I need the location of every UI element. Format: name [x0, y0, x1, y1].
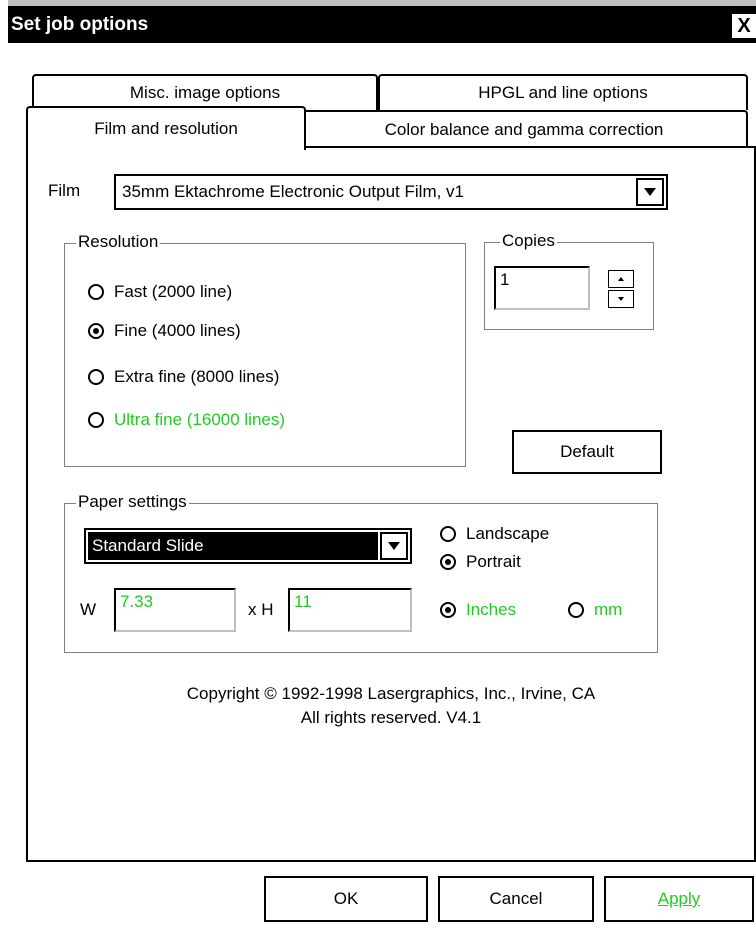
radio-indicator: [88, 323, 104, 339]
radio-indicator: [440, 526, 456, 542]
window-title: Set job options: [11, 13, 149, 35]
radio-indicator: [88, 412, 104, 428]
copies-group-title: Copies: [500, 231, 557, 251]
radio-indicator: [440, 554, 456, 570]
radio-label: Inches: [466, 600, 517, 619]
film-select[interactable]: 35mm Ektachrome Electronic Output Film, …: [114, 174, 668, 210]
copies-stepper[interactable]: [608, 270, 634, 308]
radio-portrait[interactable]: Portrait: [440, 552, 521, 572]
arrow-up-icon: [618, 277, 624, 281]
default-button[interactable]: Default: [512, 430, 662, 474]
radio-mm[interactable]: mm: [568, 600, 622, 620]
dropdown-arrow-button[interactable]: [380, 532, 408, 560]
title-bar: Set job options X: [8, 0, 756, 43]
width-label: W: [80, 600, 97, 619]
radio-landscape[interactable]: Landscape: [440, 524, 549, 544]
chevron-down-icon: [644, 188, 656, 196]
radio-label: Extra fine (8000 lines): [114, 367, 280, 386]
radio-fine[interactable]: Fine (4000 lines): [88, 321, 241, 341]
tab-misc-image-options[interactable]: Misc. image options: [32, 74, 378, 110]
close-icon: X: [737, 14, 751, 37]
copies-value: 1: [500, 270, 510, 289]
height-value: 11: [294, 592, 312, 611]
divider: [306, 146, 756, 148]
apply-button[interactable]: Apply: [604, 876, 754, 922]
tab-label: HPGL and line options: [478, 83, 648, 102]
radio-indicator: [88, 369, 104, 385]
tab-label: Misc. image options: [129, 83, 281, 102]
tab-hpgl-line-options[interactable]: HPGL and line options: [378, 74, 748, 110]
dropdown-arrow-button[interactable]: [636, 178, 664, 206]
film-label: Film: [48, 181, 81, 200]
ok-button[interactable]: OK: [264, 876, 428, 922]
stepper-up-button[interactable]: [608, 270, 634, 288]
copyright-line-2: All rights reserved. V4.1: [300, 708, 482, 727]
radio-label: Ultra fine (16000 lines): [114, 410, 286, 429]
width-input[interactable]: 7.33: [114, 588, 236, 632]
default-button-label: Default: [560, 442, 614, 461]
copyright-line-1: Copyright © 1992-1998 Lasergraphics, Inc…: [186, 684, 596, 703]
height-input[interactable]: 11: [288, 588, 412, 632]
radio-indicator: [568, 602, 584, 618]
ok-button-label: OK: [333, 889, 359, 908]
resolution-group: [64, 243, 466, 467]
radio-indicator: [88, 284, 104, 300]
radio-label: mm: [594, 600, 623, 619]
width-value: 7.33: [120, 592, 154, 611]
paper-preset-value: Standard Slide: [88, 532, 378, 560]
height-label: x H: [248, 600, 274, 619]
arrow-down-icon: [618, 297, 624, 301]
cancel-button[interactable]: Cancel: [438, 876, 594, 922]
resolution-group-title: Resolution: [76, 232, 161, 252]
radio-fast[interactable]: Fast (2000 line): [88, 282, 232, 302]
apply-button-label: Apply: [657, 889, 701, 908]
paper-settings-group-title: Paper settings: [76, 492, 189, 512]
tab-film-resolution[interactable]: Film and resolution: [26, 106, 306, 150]
radio-label: Fast (2000 line): [114, 282, 233, 301]
radio-inches[interactable]: Inches: [440, 600, 516, 620]
radio-label: Fine (4000 lines): [114, 321, 241, 340]
tab-label: Film and resolution: [94, 119, 238, 138]
stepper-down-button[interactable]: [608, 290, 634, 308]
close-button[interactable]: X: [732, 14, 756, 38]
radio-label: Landscape: [466, 524, 550, 543]
tab-label: Color balance and gamma correction: [384, 120, 664, 139]
radio-indicator: [440, 602, 456, 618]
film-value: 35mm Ektachrome Electronic Output Film, …: [122, 182, 465, 201]
chevron-down-icon: [388, 542, 400, 550]
copies-input[interactable]: 1: [494, 266, 590, 310]
paper-preset-select[interactable]: Standard Slide: [84, 528, 412, 564]
tab-color-balance-gamma[interactable]: Color balance and gamma correction: [300, 110, 748, 148]
radio-extra-fine[interactable]: Extra fine (8000 lines): [88, 367, 279, 387]
radio-label: Portrait: [466, 552, 521, 571]
cancel-button-label: Cancel: [489, 889, 543, 908]
radio-ultra-fine[interactable]: Ultra fine (16000 lines): [88, 410, 285, 430]
